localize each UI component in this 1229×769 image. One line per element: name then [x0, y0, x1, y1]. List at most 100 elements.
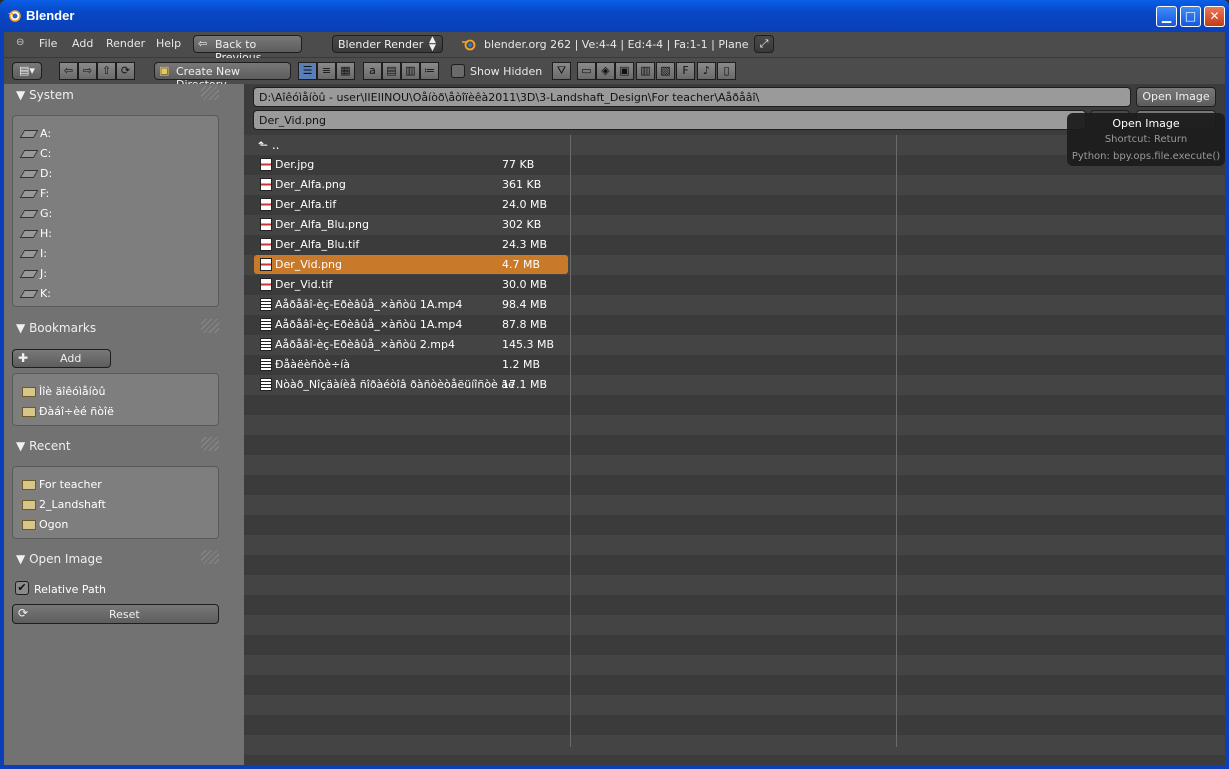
system-panel-header[interactable]: ▼ System — [16, 88, 74, 102]
window-frame-right — [1225, 32, 1229, 769]
fullscreen-button[interactable]: ⤢ — [754, 35, 774, 53]
display-thumbnails-button[interactable]: ▦ — [336, 62, 355, 80]
panel-grip-icon[interactable] — [201, 550, 219, 564]
file-row[interactable]: Der_Vid.tif 30.0 MB — [258, 275, 568, 294]
forward-nav-button[interactable]: ⇨ — [78, 62, 97, 80]
file-size: 30.0 MB — [502, 278, 548, 291]
list-stripe — [244, 455, 1225, 475]
drive-item[interactable]: D: — [19, 167, 52, 180]
file-row[interactable]: Der_Alfa_Blu.png 302 KB — [258, 215, 568, 234]
file-row[interactable]: Der_Alfa.tif 24.0 MB — [258, 195, 568, 214]
menu-file[interactable]: File — [39, 37, 57, 50]
display-short-list-button[interactable]: ☰ — [298, 62, 317, 80]
file-name: Der_Alfa.tif — [275, 198, 337, 211]
operator-panel-header[interactable]: ▼ Open Image — [16, 552, 103, 566]
filename-field[interactable]: Der_Vid.png — [253, 110, 1086, 130]
filter-sounds-button[interactable]: ♪ — [697, 62, 716, 80]
file-row[interactable]: Aåðåâî-èç-Eðèâûå_×àñòü 2.mp4 145.3 MB — [258, 335, 568, 354]
refresh-button[interactable]: ⟳ — [116, 62, 135, 80]
drive-item[interactable]: F: — [19, 187, 49, 200]
minimize-button[interactable]: ▁ — [1156, 6, 1177, 27]
file-name: Der_Alfa.png — [275, 178, 346, 191]
bookmarks-panel-header[interactable]: ▼ Bookmarks — [16, 321, 96, 335]
script-file-icon: ▧ — [660, 64, 671, 77]
create-new-directory-button[interactable]: ▣ Create New Directory — [154, 62, 291, 91]
display-long-list-button[interactable]: ≡ — [317, 62, 336, 80]
menu-add[interactable]: Add — [72, 37, 93, 50]
bookmark-label: Ìîè äîêóìåíòû — [39, 385, 106, 398]
filter-fonts-button[interactable]: F — [676, 62, 695, 80]
drive-label: A: — [40, 127, 52, 140]
sort-time-button[interactable]: ▥ — [401, 62, 420, 80]
show-hidden-checkbox[interactable] — [451, 64, 465, 78]
file-row[interactable]: Nòàð_Nîçäàíèå ñîðàéòîâ ðàñòèòåëüíîñòè äë… — [258, 375, 568, 394]
file-row[interactable]: Aåðåâî-èç-Eðèâûå_×àñòü 1A.mp4 98.4 MB — [258, 295, 568, 314]
sort-extension-button[interactable]: ▤ — [382, 62, 401, 80]
recent-item[interactable]: For teacher — [22, 478, 102, 491]
recent-item[interactable]: Ogon — [22, 518, 68, 531]
drive-item[interactable]: I: — [19, 247, 47, 260]
editor-type-button[interactable]: ▤▾ — [12, 62, 42, 80]
blender-logo-icon — [6, 7, 22, 23]
filter-movies-button[interactable]: ▥ — [636, 62, 655, 80]
recent-panel-header[interactable]: ▼ Recent — [16, 439, 71, 453]
file-row[interactable]: Der.jpg 77 KB — [258, 155, 568, 174]
directory-path-field[interactable]: D:\Aîêóìåíòû - user\IIEIINOU\Oåíòð\åòîïè… — [253, 87, 1131, 107]
menu-render[interactable]: Render — [106, 37, 145, 50]
file-size: 4.7 MB — [502, 258, 541, 271]
file-row[interactable]: Ðåàëèñòè÷íà 1.2 MB — [258, 355, 568, 374]
relative-path-checkbox[interactable]: ✔ — [15, 581, 29, 595]
filter-scripts-button[interactable]: ▧ — [656, 62, 675, 80]
drive-item[interactable]: A: — [19, 127, 52, 140]
close-icon: ✕ — [1209, 9, 1220, 23]
filter-folders-button[interactable]: ▭ — [577, 62, 596, 80]
file-size: 98.4 MB — [502, 298, 548, 311]
drive-item[interactable]: H: — [19, 227, 52, 240]
file-row[interactable]: Aåðåâî-èç-Eðèâûå_×àñòü 1A.mp4 87.8 MB — [258, 315, 568, 334]
back-to-previous-button[interactable]: ⇦ Back to Previous — [193, 35, 302, 64]
filter-toggle-button[interactable]: ⛛ — [552, 62, 571, 80]
sort-alpha-button[interactable]: a — [363, 62, 382, 80]
menu-help[interactable]: Help — [156, 37, 181, 50]
list-stripe — [244, 415, 1225, 435]
minimize-icon: ▁ — [1161, 9, 1172, 23]
sort-size-button[interactable]: ≔ — [420, 62, 439, 80]
title-bar[interactable] — [0, 0, 1229, 32]
filter-blender-button[interactable]: ◈ — [596, 62, 615, 80]
bookmark-label: Ðàáî÷èé ñòîë — [39, 405, 114, 418]
file-name: Der_Alfa_Blu.tif — [275, 238, 360, 251]
file-row[interactable]: Der_Alfa_Blu.tif 24.3 MB — [258, 235, 568, 254]
editor-type-icon[interactable]: ⊖ — [16, 37, 28, 49]
panel-grip-icon[interactable] — [201, 437, 219, 451]
tooltip-shortcut: Shortcut: Return — [1104, 134, 1188, 145]
drive-label: G: — [40, 207, 53, 220]
bookmark-item[interactable]: Ðàáî÷èé ñòîë — [22, 405, 114, 418]
funnel-icon: ⛛ — [556, 64, 567, 77]
close-button[interactable]: ✕ — [1204, 6, 1225, 27]
drive-item[interactable]: K: — [19, 287, 51, 300]
file-row[interactable]: Der_Alfa.png 361 KB — [258, 175, 568, 194]
parent-directory-row[interactable]: ⬑ .. — [258, 138, 280, 152]
drive-label: H: — [40, 227, 52, 240]
add-bookmark-label: Add — [60, 352, 82, 365]
render-engine-select[interactable]: Blender Render ▲ ▼ — [332, 35, 443, 53]
panel-grip-icon[interactable] — [201, 319, 219, 333]
add-bookmark-button[interactable]: ✚ Add — [12, 349, 111, 368]
maximize-button[interactable]: □ — [1180, 6, 1201, 27]
filter-text-button[interactable]: ▯ — [717, 62, 736, 80]
movie-file-icon — [260, 358, 272, 371]
recent-item[interactable]: 2_Landshaft — [22, 498, 106, 511]
filter-images-button[interactable]: ▣ — [615, 62, 634, 80]
drive-item[interactable]: J: — [19, 267, 47, 280]
bookmark-item[interactable]: Ìîè äîêóìåíòû — [22, 385, 105, 398]
drive-item[interactable]: G: — [19, 207, 53, 220]
panel-grip-icon[interactable] — [201, 86, 219, 100]
reset-button[interactable]: ⟳ Reset — [12, 604, 219, 624]
drive-item[interactable]: C: — [19, 147, 51, 160]
file-size: 24.3 MB — [502, 238, 548, 251]
back-nav-button[interactable]: ⇦ — [59, 62, 78, 80]
parent-dir-button[interactable]: ⇧ — [97, 62, 116, 80]
open-image-button[interactable]: Open Image — [1136, 87, 1216, 107]
file-name: Aåðåâî-èç-Eðèâûå_×àñòü 1A.mp4 — [275, 318, 463, 331]
file-row[interactable]: Der_Vid.png 4.7 MB — [254, 255, 568, 274]
